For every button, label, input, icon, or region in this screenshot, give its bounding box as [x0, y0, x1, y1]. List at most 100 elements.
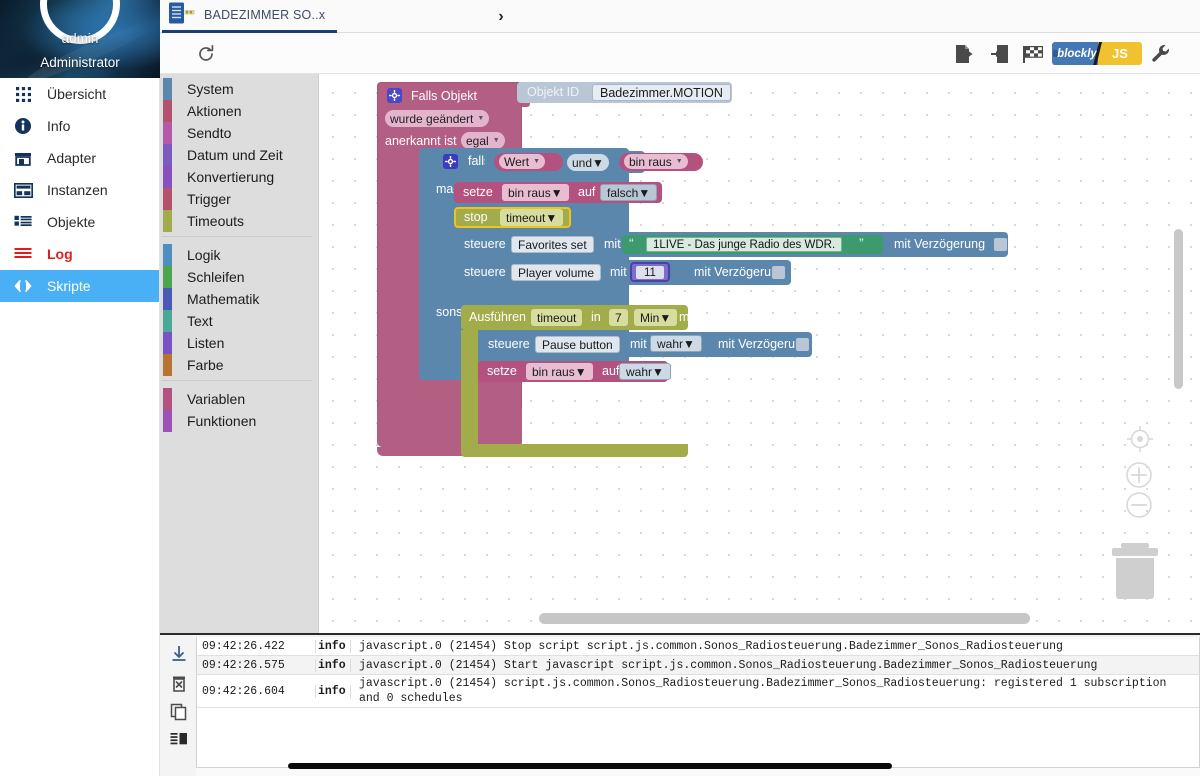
toolbox-cat-label: Farbe — [187, 357, 224, 373]
variable-wert-dropdown[interactable]: Wert ▼ — [499, 154, 546, 169]
toolbox-cat-mathematik[interactable]: Mathematik — [160, 288, 318, 310]
sidebar-item-info[interactable]: Info — [0, 110, 159, 142]
dropdown-value: timeout — [506, 210, 546, 225]
download-icon[interactable] — [168, 643, 190, 665]
operator-und-dropdown[interactable]: und ▼ — [567, 154, 609, 171]
sidebar-item-uebersicht[interactable]: Übersicht — [0, 78, 159, 110]
block-number[interactable]: 11 — [630, 262, 670, 282]
sidebar-item-log[interactable]: Log — [0, 238, 159, 270]
export-icon[interactable] — [950, 40, 978, 68]
toolbox-cat-trigger[interactable]: Trigger — [160, 188, 318, 210]
editor-toolbar: blockly JS — [160, 33, 1200, 74]
exec-timeout-name[interactable]: timeout — [531, 309, 583, 326]
cat-color-swatch — [163, 78, 172, 100]
block-variable-bin-raus[interactable]: bin raus ▼ — [619, 153, 703, 171]
import-icon[interactable] — [986, 40, 1014, 68]
exec-amount-field[interactable]: 7 — [609, 309, 628, 326]
log-table[interactable]: 09:42:26.422 info javascript.0 (21454) S… — [196, 637, 1200, 768]
block-steuere-player-volume[interactable]: steuere Player volume mit mit Verzögerun… — [454, 260, 791, 285]
log-panel: 09:42:26.422 info javascript.0 (21454) S… — [160, 633, 1200, 776]
block-text-string[interactable]: “ 1LIVE - Das junge Radio des WDR. ” — [622, 235, 883, 254]
zoom-out-icon[interactable] — [1124, 490, 1154, 525]
toolbox-cat-funktionen[interactable]: Funktionen — [160, 410, 318, 432]
grid-icon — [11, 84, 35, 104]
toolbox-divider — [160, 380, 318, 388]
toolbox-cat-sendto[interactable]: Sendto — [160, 122, 318, 144]
checkered-flag-icon[interactable] — [1020, 40, 1048, 68]
toolbox-cat-konvertierung[interactable]: Konvertierung — [160, 166, 318, 188]
objekt-id-value[interactable]: Badezimmer.MOTION — [592, 84, 731, 101]
sidebar-item-skripte[interactable]: Skripte — [0, 270, 159, 302]
value-falsch-dropdown[interactable]: falsch ▼ — [600, 184, 658, 201]
cat-color-swatch — [163, 332, 172, 354]
toolbox-cat-listen[interactable]: Listen — [160, 332, 318, 354]
wrench-icon[interactable] — [1147, 40, 1175, 68]
blockly-js-toggle[interactable]: blockly JS — [1052, 42, 1142, 65]
toggle-js-label: JS — [1098, 42, 1142, 65]
pause-target-field[interactable]: Pause button — [535, 336, 620, 353]
log-row[interactable]: 09:42:26.575 info javascript.0 (21454) S… — [197, 656, 1199, 675]
steuere-verb: steuere — [464, 237, 506, 251]
toolbox-cat-schleifen[interactable]: Schleifen — [160, 266, 318, 288]
setze-variable-dropdown[interactable]: bin raus ▼ — [526, 363, 593, 380]
toolbox-cat-text[interactable]: Text — [160, 310, 318, 332]
sidebar-item-objekte[interactable]: Objekte — [0, 206, 159, 238]
log-severity: info — [315, 658, 351, 672]
page-horizontal-scrollbar[interactable] — [288, 763, 892, 769]
log-row[interactable]: 09:42:26.422 info javascript.0 (21454) S… — [197, 637, 1199, 656]
block-steuere-pause-button[interactable]: steuere Pause button mit mit Verzögerung — [478, 332, 812, 357]
refresh-icon[interactable] — [193, 41, 219, 67]
trigger-change-dropdown[interactable]: wurde geändert ▼ — [385, 110, 490, 127]
value-wahr-dropdown-setze[interactable]: wahr ▼ — [619, 363, 671, 380]
log-lines-icon — [11, 244, 35, 264]
block-stop-timeout[interactable]: stop timeout ▼ — [454, 207, 571, 228]
string-value-field[interactable]: 1LIVE - Das junge Radio des WDR. — [646, 237, 843, 252]
favorites-target-field[interactable]: Favorites set — [511, 236, 594, 253]
list-view-icon[interactable] — [168, 729, 190, 751]
toolbox-cat-aktionen[interactable]: Aktionen — [160, 100, 318, 122]
delete-icon[interactable] — [168, 673, 190, 695]
workspace-horizontal-scrollbar[interactable] — [539, 613, 1030, 624]
toolbox-cat-system[interactable]: System — [160, 78, 318, 100]
toolbox-cat-label: Text — [187, 313, 213, 329]
toolbox-cat-datum-und-zeit[interactable]: Datum und Zeit — [160, 144, 318, 166]
volume-target-field[interactable]: Player volume — [511, 264, 602, 281]
volume-delay-socket[interactable] — [772, 266, 785, 279]
trash-icon[interactable] — [1107, 538, 1163, 605]
toolbox-cat-logik[interactable]: Logik — [160, 244, 318, 266]
variable-bin-raus-dropdown[interactable]: bin raus ▼ — [624, 154, 688, 169]
copy-icon[interactable] — [168, 701, 190, 723]
sidebar-item-adapter[interactable]: Adapter — [0, 142, 159, 174]
toolbox-cat-label: Mathematik — [187, 291, 260, 307]
log-severity: info — [315, 639, 351, 653]
pause-delay-socket[interactable] — [796, 338, 809, 351]
favorites-delay-socket[interactable] — [994, 238, 1007, 251]
tab-badezimmer-sonos[interactable]: BADEZIMMER SO..x — [162, 0, 338, 33]
dropdown-value: wahr — [626, 364, 653, 379]
workspace-vertical-scrollbar[interactable] — [1174, 229, 1183, 389]
log-row[interactable]: 09:42:26.604 info javascript.0 (21454) s… — [197, 675, 1199, 708]
toolbox-cat-timeouts[interactable]: Timeouts — [160, 210, 318, 232]
chevron-right-icon[interactable]: › — [490, 6, 512, 28]
setze-variable-dropdown[interactable]: bin raus ▼ — [502, 184, 569, 201]
toolbox-cat-variablen[interactable]: Variablen — [160, 388, 318, 410]
chevron-down-icon: ▼ — [592, 155, 604, 170]
block-header: Falls Objekt — [387, 88, 477, 103]
value-wahr-dropdown-pause[interactable]: wahr ▼ — [650, 335, 702, 352]
block-objekt-id[interactable]: Objekt ID Badezimmer.MOTION — [517, 82, 732, 103]
gear-icon[interactable] — [387, 88, 402, 103]
block-ausfuehren-timeout[interactable]: Ausführen timeout in 7 Min ▼ ms — [461, 305, 696, 330]
number-value-field[interactable]: 11 — [636, 266, 664, 279]
dropdown-value: Wert — [504, 154, 530, 169]
stop-timeout-dropdown[interactable]: timeout ▼ — [500, 209, 564, 226]
center-target-icon[interactable] — [1124, 423, 1156, 460]
trigger-ack-dropdown[interactable]: egal ▼ — [461, 132, 505, 149]
cat-color-swatch — [163, 310, 172, 332]
blockly-workspace[interactable]: Falls Objekt wurde geändert ▼ anerkannt … — [319, 74, 1200, 633]
exec-unit-dropdown[interactable]: Min ▼ — [634, 309, 678, 326]
dropdown-value: und — [572, 155, 593, 170]
block-variable-wert[interactable]: Wert ▼ — [494, 153, 563, 171]
sidebar-item-instanzen[interactable]: Instanzen — [0, 174, 159, 206]
gear-icon[interactable] — [443, 154, 458, 169]
toolbox-cat-farbe[interactable]: Farbe — [160, 354, 318, 376]
